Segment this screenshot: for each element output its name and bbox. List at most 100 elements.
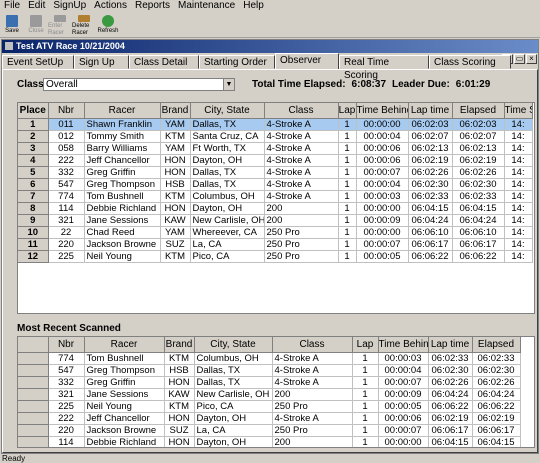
table-cell: 06:02:33 <box>408 190 453 203</box>
table-cell: Columbus, OH <box>190 190 265 203</box>
table-cell: KTM <box>160 130 191 143</box>
table-cell: HON <box>160 202 191 215</box>
table-cell: Chad Reed <box>84 226 161 239</box>
table-cell: 06:02:26 <box>452 166 505 179</box>
table-row[interactable]: 8 114 Debbie Richland HON Dayton, OH 200 1 00:0… <box>18 202 533 215</box>
tab-sign-up[interactable]: Sign Up <box>74 55 129 69</box>
column-header[interactable]: Lap time <box>408 103 453 119</box>
table-row[interactable]: 2 012 Tommy Smith KTM Santa Cruz, CA 4-Stroke… <box>18 130 533 143</box>
table-row[interactable]: 332 Greg Griffin HON Dallas, TX 4-Stroke A10… <box>18 376 521 389</box>
column-header[interactable]: Lap <box>352 337 379 353</box>
tab-starting-order[interactable]: Starting Order <box>199 55 275 69</box>
tab-class-scoring[interactable]: Class Scoring <box>429 55 511 69</box>
table-row[interactable]: 12 225 Neil Young KTM Pico, CA 250 Pro 1 00:00:… <box>18 250 533 263</box>
toolbar-enter-racer-button[interactable]: Enter Racer <box>48 12 72 37</box>
column-header[interactable]: Nbr <box>48 337 85 353</box>
save-icon <box>6 15 18 27</box>
table-cell: 114 <box>48 202 85 215</box>
column-header[interactable]: Lap time <box>428 337 473 353</box>
table-row[interactable]: 6 547 Greg Thompson HSB Dallas, TX 4-Stroke A… <box>18 178 533 191</box>
column-header[interactable]: Racer <box>84 103 161 119</box>
recent-scans-grid[interactable]: Nbr Racer Brand City, State Class Lap Time Beh… <box>17 336 535 448</box>
table-row[interactable]: 225 Neil Young KTM Pico, CA 250 Pro 1 00:00:05… <box>18 400 521 413</box>
column-header[interactable]: Class <box>264 103 339 119</box>
table-cell: 06:04:15 <box>472 436 521 447</box>
tab-class-detail[interactable]: Class Detail <box>129 55 199 69</box>
menu-edit[interactable]: Edit <box>24 0 49 12</box>
tab-event-setup[interactable]: Event SetUp <box>2 55 74 69</box>
table-row[interactable]: 10 22 Chad Reed YAM Whereever, CA 250 Pro 1 00:… <box>18 226 533 239</box>
column-header[interactable]: City, State <box>190 103 265 119</box>
toolbar-close-button[interactable]: Close <box>24 12 48 37</box>
dropdown-arrow-icon[interactable]: ▼ <box>223 79 234 90</box>
toolbar-delete-racer-button[interactable]: Delete Racer <box>72 12 96 37</box>
table-cell: HON <box>164 376 195 389</box>
table-row[interactable]: 11 220 Jackson Browne SUZ La, CA 250 Pro 1 00:0… <box>18 238 533 251</box>
table-cell: 00:00:05 <box>378 400 429 413</box>
column-header[interactable]: Class <box>272 337 353 353</box>
table-cell: 06:06:17 <box>452 238 505 251</box>
toolbar-save-button[interactable]: Save <box>0 12 24 37</box>
table-cell: 06:06:22 <box>408 250 453 263</box>
column-header[interactable]: Time Behind <box>356 103 409 119</box>
total-time-label: Total Time Elapsed: <box>252 79 346 90</box>
column-header[interactable]: Brand <box>160 103 191 119</box>
column-header[interactable]: Place <box>18 103 49 119</box>
table-cell: Jackson Browne <box>84 424 165 437</box>
table-row[interactable]: 774 Tom Bushnell KTM Columbus, OH 4-Stroke A… <box>18 352 521 365</box>
table-cell: 00:00:07 <box>356 166 409 179</box>
table-row[interactable]: 114 Debbie Richland HON Dayton, OH 200 1 00:00… <box>18 436 521 447</box>
table-cell: 4-Stroke A <box>264 154 339 167</box>
table-row[interactable]: 7 774 Tom Bushnell KTM Columbus, OH 4-Stroke … <box>18 190 533 203</box>
row-header-cell <box>18 364 49 377</box>
column-header[interactable]: Brand <box>164 337 195 353</box>
table-cell: 06:02:19 <box>472 412 521 425</box>
table-row[interactable]: 222 Jeff Chancellor HON Dayton, OH 4-Stroke … <box>18 412 521 425</box>
column-header[interactable] <box>18 337 49 353</box>
column-header[interactable]: Racer <box>84 337 165 353</box>
table-cell: 06:04:15 <box>428 436 473 447</box>
table-cell: 547 <box>48 178 85 191</box>
table-cell: 1 <box>338 190 357 203</box>
menu-actions[interactable]: Actions <box>90 0 131 12</box>
table-row[interactable]: 321 Jane Sessions KAW New Carlisle, OH 200 1 0… <box>18 388 521 401</box>
toolbar-refresh-button[interactable]: Refresh <box>96 12 120 37</box>
table-row[interactable]: 4 222 Jeff Chancellor HON Dayton, OH 4-Stroke… <box>18 154 533 167</box>
column-header[interactable]: Time S <box>504 103 533 119</box>
menu-maintenance[interactable]: Maintenance <box>174 0 239 12</box>
column-header[interactable]: Nbr <box>48 103 85 119</box>
table-cell: 332 <box>48 376 85 389</box>
row-header-cell <box>18 376 49 389</box>
menu-reports[interactable]: Reports <box>131 0 174 12</box>
column-header[interactable]: Elapsed <box>452 103 505 119</box>
table-row[interactable]: 3 058 Barry Williams YAM Ft Worth, TX 4-Strok… <box>18 142 533 155</box>
column-header[interactable]: Time Behind <box>378 337 429 353</box>
table-row[interactable]: 1 011 Shawn Franklin YAM Dallas, TX 4-Stroke … <box>18 118 533 131</box>
table-cell: 06:02:30 <box>428 364 473 377</box>
menu-file[interactable]: File <box>0 0 24 12</box>
table-row[interactable]: 9 321 Jane Sessions KAW New Carlisle, OH 200 1… <box>18 214 533 227</box>
column-header[interactable]: City, State <box>194 337 273 353</box>
table-row[interactable]: 220 Jackson Browne SUZ La, CA 250 Pro 1 00:00:… <box>18 424 521 437</box>
table-cell: 06:02:19 <box>452 154 505 167</box>
table-cell: Dayton, OH <box>194 436 273 447</box>
table-cell: Dallas, TX <box>194 376 273 389</box>
column-header[interactable]: Elapsed <box>472 337 521 353</box>
table-cell: 22 <box>48 226 85 239</box>
class-select[interactable]: Overall ▼ <box>43 78 235 91</box>
menu-help[interactable]: Help <box>239 0 268 12</box>
column-header[interactable]: Lap <box>338 103 357 119</box>
table-row[interactable]: 5 332 Greg Griffin HON Dallas, TX 4-Stroke A1… <box>18 166 533 179</box>
table-row[interactable]: 547 Greg Thompson HSB Dallas, TX 4-Stroke A1… <box>18 364 521 377</box>
menu-signup[interactable]: SignUp <box>49 0 90 12</box>
row-header-cell: 3 <box>18 142 49 155</box>
table-cell: Debbie Richland <box>84 436 165 447</box>
standings-grid[interactable]: Place Nbr Racer Brand City, State Class Lap Tim… <box>17 102 535 314</box>
table-cell: 00:00:09 <box>356 214 409 227</box>
tab-observer[interactable]: Observer <box>275 53 339 69</box>
table-cell: 06:04:24 <box>428 388 473 401</box>
row-header-cell: 1 <box>18 118 49 131</box>
table-cell: YAM <box>160 142 191 155</box>
table-cell: 06:02:03 <box>452 118 505 131</box>
tab-real-time-scoring[interactable]: Real Time Scoring <box>339 55 429 81</box>
